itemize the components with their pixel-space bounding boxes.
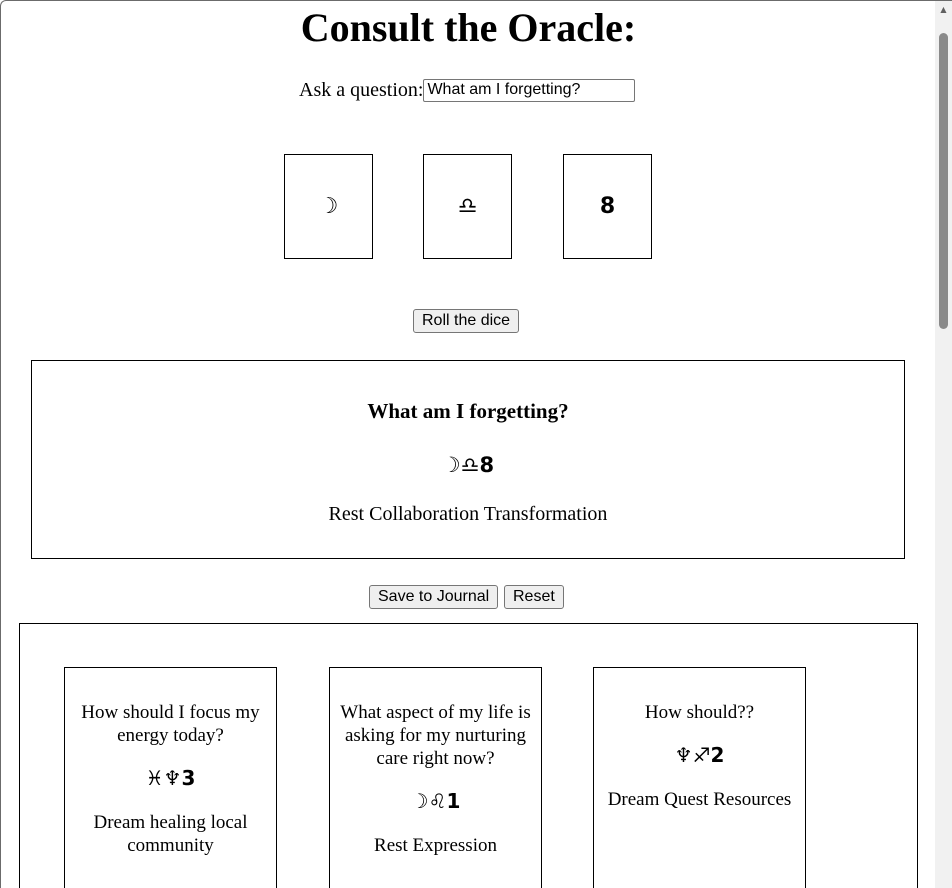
entry-symbols: ♓♆3 [145,766,196,790]
question-input[interactable] [423,78,636,102]
entry-words: Dream Quest Resources [607,789,792,810]
page-title: Consult the Oracle: [300,5,637,50]
entry-words: Dream healing local community [93,812,248,856]
result-question: What am I forgetting? [367,399,569,423]
result-symbols: ☽♎8 [441,453,495,477]
roll-dice-button[interactable]: Roll the dice [413,309,520,333]
entry-question: How should I focus my energy today? [81,702,260,746]
scrollbar-thumb[interactable] [939,33,948,329]
die-1: ☽ [284,154,373,259]
entry-words: Rest Expression [374,835,497,856]
journal-entry: How should?? ♆♐2 Dream Quest Resources [593,667,806,888]
vertical-scrollbar[interactable]: ▲ [935,1,952,888]
result-panel: What am I forgetting? ☽♎8 Rest Collabora… [31,360,905,559]
entry-symbols: ♆♐2 [674,743,725,767]
die-3: 8 [563,154,652,259]
browser-viewport: Consult the Oracle: Ask a question: ☽ ♎ … [0,0,952,888]
journal-panel: How should I focus my energy today? ♓♆3 … [19,623,918,888]
libra-icon: ♎ [457,194,478,219]
moon-icon: ☽ [318,194,339,219]
entry-question: What aspect of my life is asking for my … [340,702,531,769]
scroll-up-icon[interactable]: ▲ [935,1,952,18]
entry-symbols: ☽♌1 [410,789,461,813]
die-number: 8 [599,194,616,219]
save-to-journal-button[interactable]: Save to Journal [369,585,499,609]
journal-entry: How should I focus my energy today? ♓♆3 … [64,667,277,888]
ask-row: Ask a question: [299,77,636,103]
result-words: Rest Collaboration Transformation [328,503,608,525]
die-2: ♎ [423,154,512,259]
entry-question: How should?? [644,702,755,723]
reset-button[interactable]: Reset [504,585,564,609]
question-label: Ask a question: [299,79,424,101]
journal-entry: What aspect of my life is asking for my … [329,667,542,888]
